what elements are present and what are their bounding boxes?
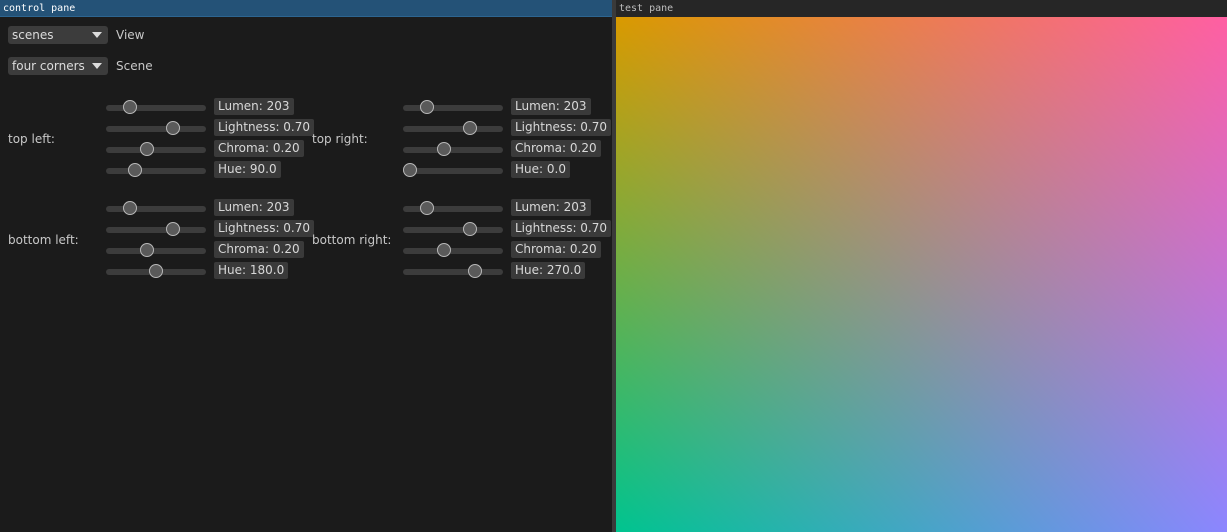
control-pane-title: control pane xyxy=(0,0,612,17)
slider-track[interactable] xyxy=(106,105,206,111)
slider-value-label[interactable]: Hue: 90.0 xyxy=(214,161,281,178)
slider-track[interactable] xyxy=(403,206,503,212)
slider-handle[interactable] xyxy=(123,100,137,114)
slider-track[interactable] xyxy=(403,248,503,254)
slider-handle[interactable] xyxy=(463,222,477,236)
slider-track[interactable] xyxy=(106,248,206,254)
top-left-label: top left: xyxy=(8,132,55,146)
slider-value-label[interactable]: Lumen: 203 xyxy=(511,199,591,216)
gradient-canvas[interactable] xyxy=(616,17,1227,532)
slider-value-label[interactable]: Chroma: 0.20 xyxy=(214,140,304,157)
slider-track[interactable] xyxy=(106,206,206,212)
slider-handle[interactable] xyxy=(128,163,142,177)
slider-handle[interactable] xyxy=(420,201,434,215)
slider-value-label[interactable]: Lumen: 203 xyxy=(214,199,294,216)
slider-value-label[interactable]: Chroma: 0.20 xyxy=(511,140,601,157)
slider-handle[interactable] xyxy=(403,163,417,177)
scene-combo[interactable]: four corners xyxy=(8,57,108,75)
slider-value-label[interactable]: Hue: 0.0 xyxy=(511,161,570,178)
control-pane: scenes View four corners Scene top left:… xyxy=(0,17,612,532)
slider-track[interactable] xyxy=(403,147,503,153)
slider-value-label[interactable]: Lightness: 0.70 xyxy=(214,119,315,136)
slider-track[interactable] xyxy=(106,227,206,233)
slider-value-label[interactable]: Lumen: 203 xyxy=(511,98,591,115)
slider-value-label[interactable]: Chroma: 0.20 xyxy=(214,241,304,258)
slider-value-label[interactable]: Chroma: 0.20 xyxy=(511,241,601,258)
slider-handle[interactable] xyxy=(140,142,154,156)
slider-track[interactable] xyxy=(106,147,206,153)
slider-handle[interactable] xyxy=(140,243,154,257)
bottom-left-label: bottom left: xyxy=(8,233,79,247)
slider-value-label[interactable]: Lumen: 203 xyxy=(214,98,294,115)
slider-track[interactable] xyxy=(106,168,206,174)
slider-track[interactable] xyxy=(403,269,503,275)
slider-handle[interactable] xyxy=(420,100,434,114)
slider-handle[interactable] xyxy=(437,142,451,156)
slider-value-label[interactable]: Hue: 180.0 xyxy=(214,262,289,279)
chevron-down-icon xyxy=(92,63,102,69)
slider-handle[interactable] xyxy=(149,264,163,278)
slider-handle[interactable] xyxy=(166,222,180,236)
top-right-label: top right: xyxy=(312,132,368,146)
view-combo-value: scenes xyxy=(12,28,54,42)
slider-value-label[interactable]: Lightness: 0.70 xyxy=(511,119,612,136)
slider-handle[interactable] xyxy=(468,264,482,278)
bottom-right-label: bottom right: xyxy=(312,233,392,247)
slider-value-label[interactable]: Lightness: 0.70 xyxy=(511,220,612,237)
scene-combo-label: Scene xyxy=(116,59,153,73)
test-pane[interactable] xyxy=(616,17,1227,532)
chevron-down-icon xyxy=(92,32,102,38)
slider-track[interactable] xyxy=(106,126,206,132)
view-combo-label: View xyxy=(116,28,145,42)
view-combo[interactable]: scenes xyxy=(8,26,108,44)
slider-handle[interactable] xyxy=(463,121,477,135)
slider-track[interactable] xyxy=(403,126,503,132)
slider-handle[interactable] xyxy=(123,201,137,215)
slider-track[interactable] xyxy=(403,105,503,111)
test-pane-title: test pane xyxy=(616,0,1227,17)
scene-combo-value: four corners xyxy=(12,59,85,73)
slider-track[interactable] xyxy=(403,227,503,233)
slider-value-label[interactable]: Lightness: 0.70 xyxy=(214,220,315,237)
slider-handle[interactable] xyxy=(166,121,180,135)
slider-track[interactable] xyxy=(403,168,503,174)
slider-value-label[interactable]: Hue: 270.0 xyxy=(511,262,586,279)
slider-handle[interactable] xyxy=(437,243,451,257)
